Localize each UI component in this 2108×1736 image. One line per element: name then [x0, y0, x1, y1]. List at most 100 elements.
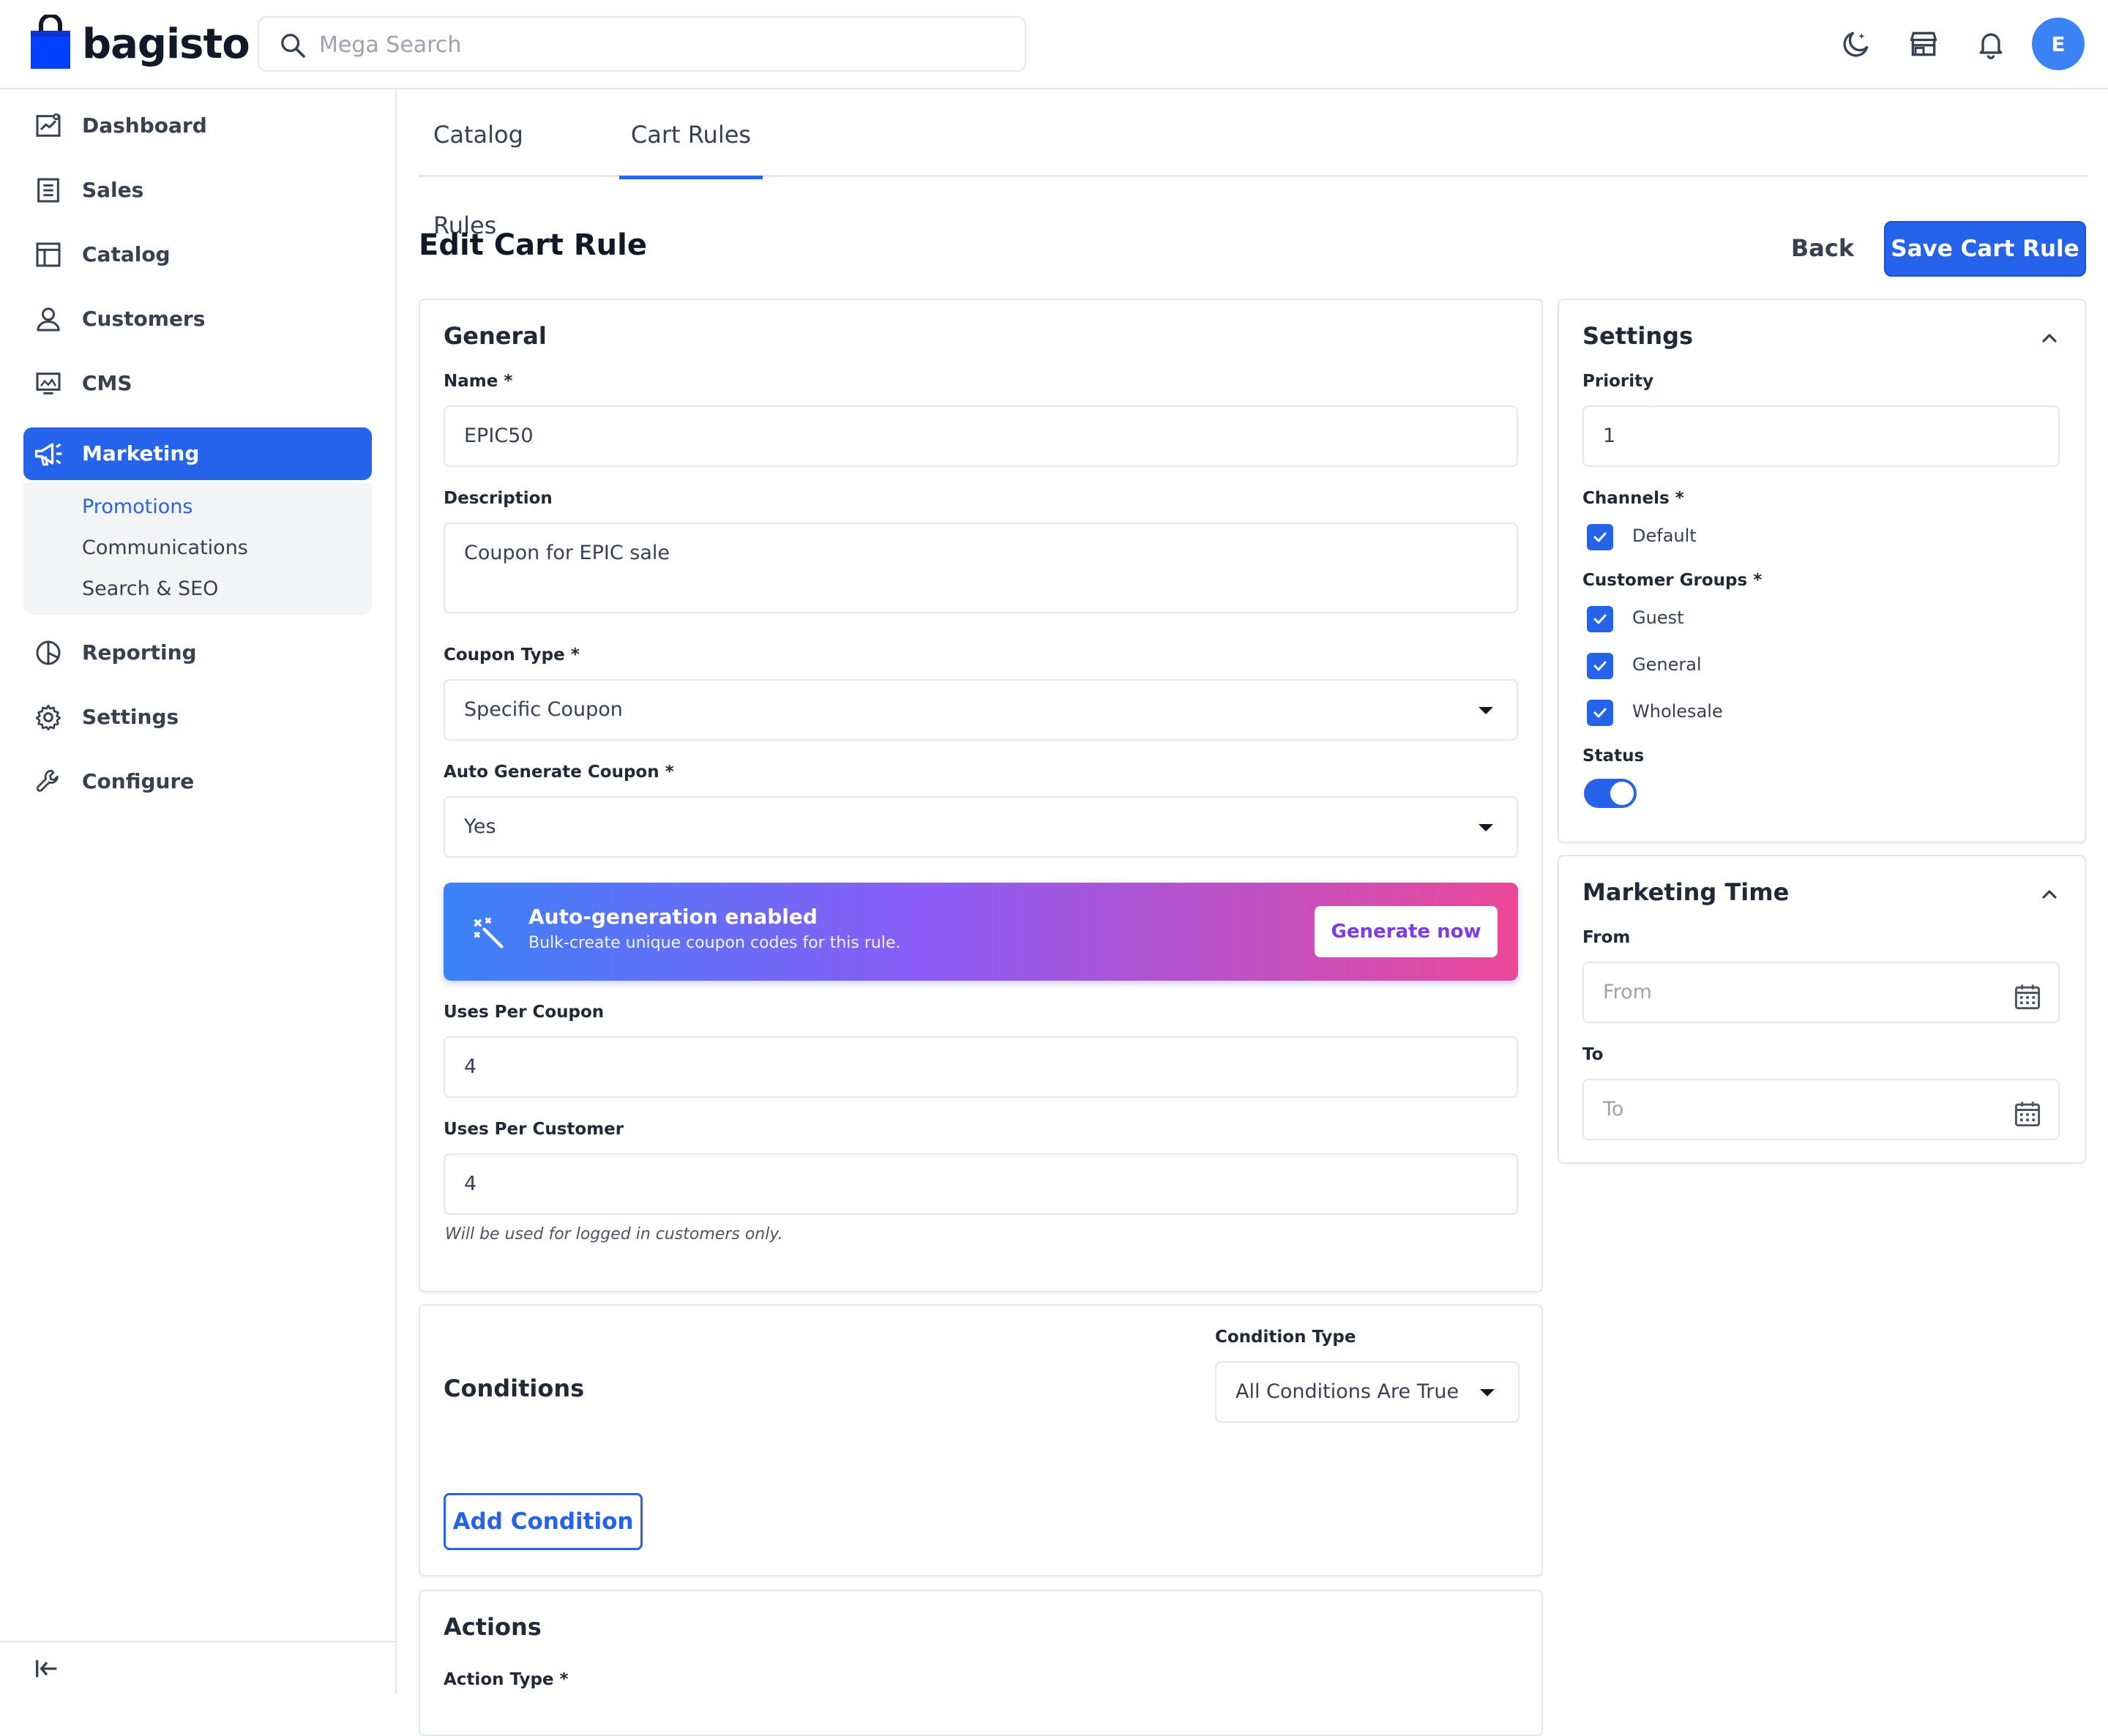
- calendar-icon[interactable]: [2011, 978, 2044, 1036]
- search-input[interactable]: [319, 25, 1007, 64]
- channels-label: Channels *: [1582, 489, 1684, 508]
- uses-per-customer-input[interactable]: 4: [444, 1153, 1518, 1215]
- general-card: General Name * EPIC50 Description Coupon…: [419, 299, 1543, 1292]
- sidebar-item-catalog[interactable]: Catalog: [23, 228, 372, 281]
- check-icon: [1593, 661, 1607, 671]
- magic-wand-icon: [470, 913, 508, 954]
- sidebar-item-cms[interactable]: CMS: [23, 357, 372, 410]
- conditions-card: Conditions Condition Type All Conditions…: [419, 1304, 1543, 1576]
- group-general-label: General: [1632, 654, 1702, 675]
- channel-default-checkbox[interactable]: [1587, 524, 1613, 550]
- name-label: Name *: [444, 372, 513, 391]
- group-wholesale-checkbox[interactable]: [1587, 700, 1613, 726]
- status-toggle[interactable]: [1584, 779, 1637, 808]
- submenu-item-search-seo[interactable]: Search & SEO: [82, 571, 218, 607]
- from-date-input[interactable]: From: [1582, 962, 2060, 1023]
- sidebar-item-sales[interactable]: Sales: [23, 164, 372, 217]
- to-date-input[interactable]: To: [1582, 1079, 2060, 1140]
- submenu-item-communications[interactable]: Communications: [82, 530, 248, 566]
- sidebar-collapse[interactable]: [0, 1641, 395, 1694]
- chevron-down-icon: [1479, 824, 1493, 831]
- coupon-type-select[interactable]: Specific Coupon: [444, 679, 1518, 741]
- sales-icon: [32, 174, 64, 206]
- bell-icon[interactable]: [1967, 20, 2014, 67]
- customers-icon: [32, 303, 64, 335]
- from-label: From: [1582, 928, 1631, 947]
- storefront-icon[interactable]: [1900, 20, 1947, 67]
- chevron-down-icon: [1479, 707, 1493, 714]
- actions-title: Actions: [444, 1613, 542, 1641]
- search-icon: [281, 34, 305, 58]
- banner-subtitle: Bulk-create unique coupon codes for this…: [528, 934, 901, 952]
- sidebar-item-marketing[interactable]: Marketing: [23, 427, 372, 480]
- collapse-sidebar-icon[interactable]: [32, 1654, 61, 1686]
- uses-per-coupon-label: Uses Per Coupon: [444, 1003, 605, 1022]
- description-label: Description: [444, 489, 553, 508]
- wrench-icon: [32, 766, 64, 798]
- auto-generate-select[interactable]: Yes: [444, 796, 1518, 858]
- chevron-up-icon[interactable]: [2038, 883, 2061, 909]
- promotion-tabs: Catalog Rules Cart Rules: [419, 89, 2088, 239]
- from-placeholder: From: [1603, 981, 1652, 1003]
- toggle-knob: [1610, 782, 1634, 805]
- name-input[interactable]: EPIC50: [444, 405, 1518, 467]
- auto-generate-value: Yes: [464, 815, 496, 838]
- back-button[interactable]: Back: [1771, 221, 1874, 275]
- uses-per-customer-label: Uses Per Customer: [444, 1120, 624, 1139]
- uses-per-customer-hint: Will be used for logged in customers onl…: [445, 1225, 783, 1243]
- marketing-time-card: Marketing Time From From To To: [1558, 855, 2086, 1164]
- condition-type-select[interactable]: All Conditions Are True: [1215, 1361, 1520, 1423]
- gear-icon: [32, 701, 64, 733]
- auto-generate-label: Auto Generate Coupon *: [444, 763, 674, 782]
- dark-mode-icon[interactable]: [1833, 20, 1880, 67]
- group-guest-label: Guest: [1632, 607, 1684, 628]
- sidebar-item-settings[interactable]: Settings: [23, 691, 372, 744]
- tab-cart-rules[interactable]: Cart Rules: [619, 89, 763, 179]
- to-placeholder: To: [1603, 1098, 1624, 1120]
- customer-groups-label: Customer Groups *: [1582, 571, 1763, 590]
- group-guest-checkbox[interactable]: [1587, 606, 1613, 632]
- megaphone-icon: [32, 438, 64, 470]
- status-label: Status: [1582, 747, 1645, 766]
- sidebar-item-reporting[interactable]: Reporting: [23, 626, 372, 679]
- submenu-item-promotions[interactable]: Promotions: [82, 489, 193, 525]
- sidebar: Dashboard Sales Catalog Customers CMS Ma…: [0, 89, 397, 1694]
- auto-generation-banner: Auto-generation enabled Bulk-create uniq…: [444, 883, 1518, 981]
- priority-label: Priority: [1582, 372, 1654, 391]
- tab-catalog-rules[interactable]: Catalog Rules: [433, 89, 588, 239]
- sidebar-item-dashboard[interactable]: Dashboard: [23, 100, 372, 152]
- check-icon: [1593, 708, 1607, 718]
- logo[interactable]: bagisto: [29, 13, 250, 75]
- action-type-label: Action Type *: [444, 1670, 569, 1689]
- uses-per-coupon-input[interactable]: 4: [444, 1036, 1518, 1098]
- group-general-checkbox[interactable]: [1587, 653, 1613, 679]
- catalog-icon: [32, 239, 64, 271]
- channel-default-label: Default: [1632, 525, 1697, 546]
- banner-title: Auto-generation enabled: [528, 905, 818, 929]
- priority-input[interactable]: 1: [1582, 405, 2060, 467]
- conditions-title: Conditions: [444, 1374, 585, 1402]
- actions-card: Actions Action Type *: [419, 1590, 1543, 1736]
- save-cart-rule-button[interactable]: Save Cart Rule: [1884, 221, 2086, 277]
- general-title: General: [444, 322, 547, 350]
- coupon-type-label: Coupon Type *: [444, 646, 580, 665]
- condition-type-value: All Conditions Are True: [1236, 1380, 1459, 1403]
- calendar-icon[interactable]: [2011, 1095, 2044, 1153]
- add-condition-button[interactable]: Add Condition: [444, 1493, 643, 1550]
- cms-icon: [32, 367, 64, 400]
- top-bar: bagisto E: [0, 0, 2108, 89]
- chevron-up-icon[interactable]: [2038, 326, 2061, 353]
- coupon-type-value: Specific Coupon: [464, 698, 623, 721]
- user-avatar[interactable]: E: [2032, 18, 2085, 70]
- generate-now-button[interactable]: Generate now: [1315, 906, 1498, 957]
- sidebar-item-customers[interactable]: Customers: [23, 293, 372, 345]
- mega-search[interactable]: [258, 16, 1026, 72]
- logo-text: bagisto: [82, 20, 250, 68]
- reporting-icon: [32, 637, 64, 669]
- condition-type-label: Condition Type: [1215, 1328, 1356, 1347]
- check-icon: [1593, 532, 1607, 542]
- group-wholesale-label: Wholesale: [1632, 701, 1723, 722]
- description-textarea[interactable]: Coupon for EPIC sale: [444, 523, 1518, 613]
- dashboard-icon: [32, 110, 64, 142]
- sidebar-item-configure[interactable]: Configure: [23, 755, 372, 808]
